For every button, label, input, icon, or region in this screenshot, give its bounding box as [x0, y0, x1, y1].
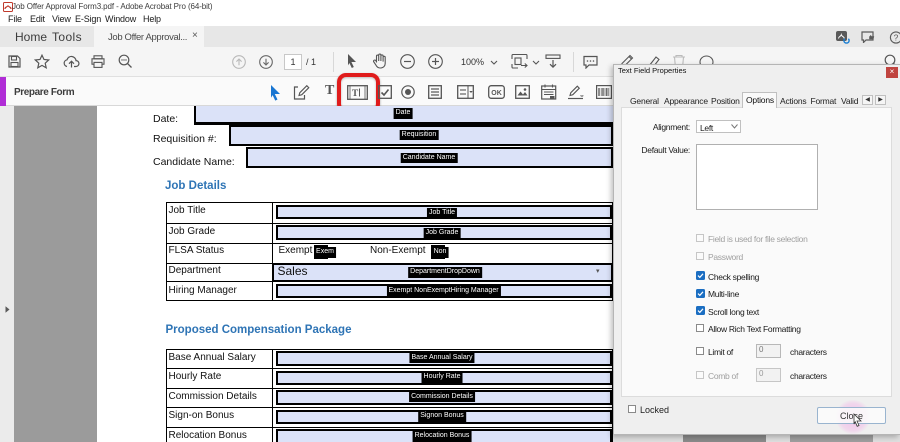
svg-text:?: ?: [894, 32, 899, 42]
svg-text:OK: OK: [491, 90, 502, 97]
